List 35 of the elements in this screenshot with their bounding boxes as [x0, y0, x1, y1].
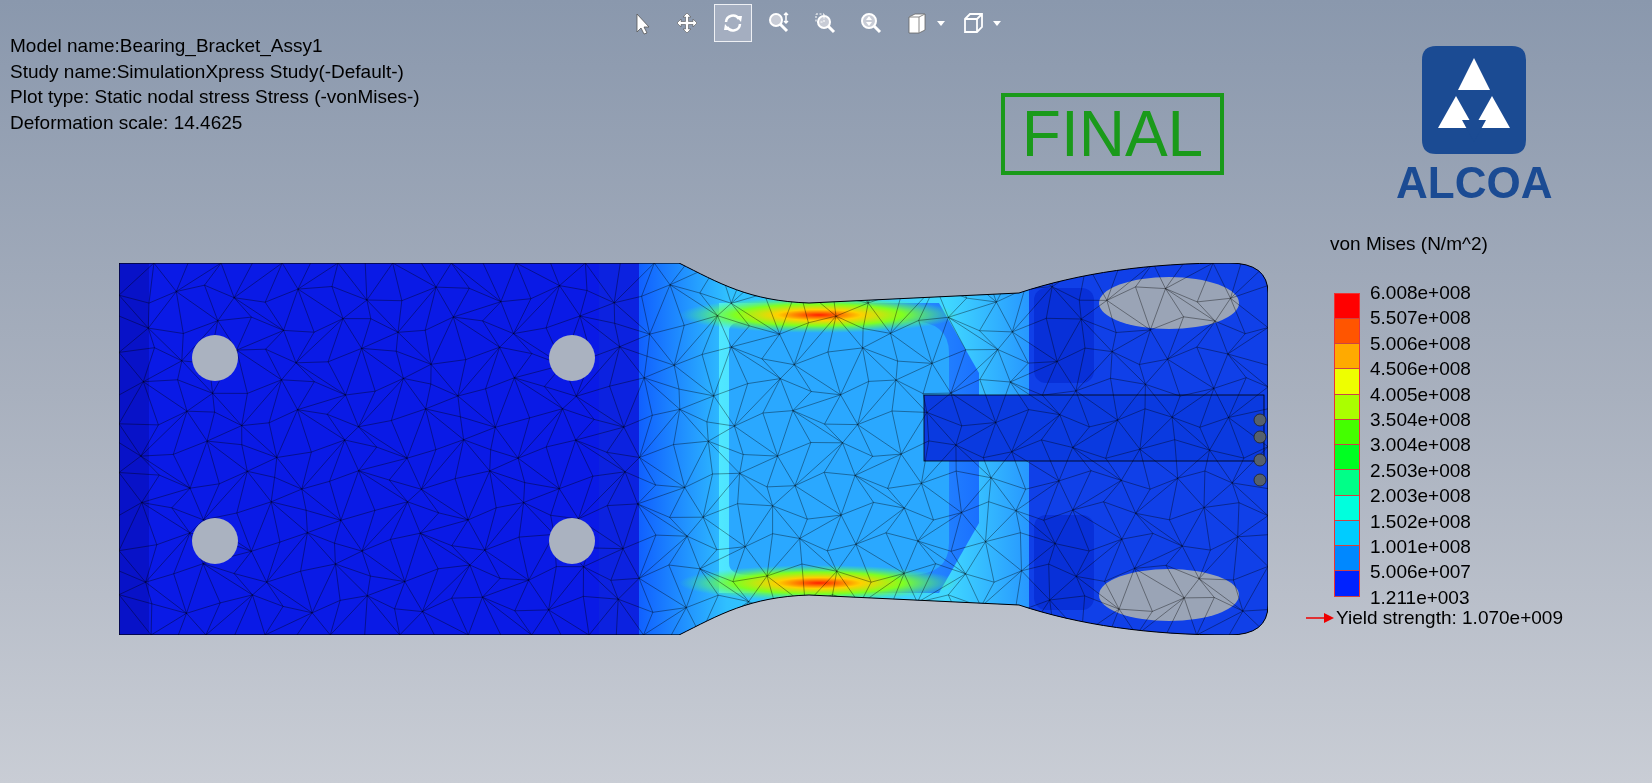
- fixture-marker: [1253, 430, 1267, 444]
- plot-info-text: Deformation scale: 14.4625: [10, 110, 244, 135]
- scale-value-text: 2.503e+008: [1370, 458, 1471, 483]
- caret-icon: [993, 20, 1001, 26]
- scale-value-text: 3.504e+008: [1370, 407, 1471, 432]
- plot-info-text: Study name:SimulationXpress Study(-Default-): [10, 59, 405, 84]
- zoom-in-icon: [859, 11, 883, 35]
- fixture-marker: [1253, 453, 1267, 467]
- zoom-fit-icon: [767, 11, 791, 35]
- scale-value-text: 4.506e+008: [1370, 357, 1471, 382]
- final-stamp: FINAL: [1001, 93, 1224, 175]
- scale-value-text: 5.006e+007: [1370, 560, 1471, 585]
- rotate-icon: [721, 11, 745, 35]
- scale-value-text: 4.005e+008: [1370, 382, 1471, 407]
- yield-arrow-icon: [1306, 613, 1334, 624]
- scale-value-text: 3.004e+008: [1370, 433, 1471, 458]
- plot-info-text: Plot type: Static nodal stress Stress (-vonMises-): [10, 85, 420, 109]
- fixture-marker: [1253, 473, 1267, 487]
- logo-text: ALCOA: [1396, 158, 1553, 208]
- fixture-marker: [1253, 413, 1267, 427]
- zoom-area-icon: [813, 11, 837, 35]
- view-orientation-icon: [905, 11, 929, 35]
- caret-icon: [937, 20, 945, 26]
- scale-value-text: 5.507e+008: [1370, 306, 1471, 331]
- display-style-icon: [961, 11, 985, 35]
- scale-value-text: 1.001e+008: [1370, 534, 1471, 559]
- rotate-button[interactable]: [714, 4, 752, 42]
- plot-info-text: Model name:Bearing_Bracket_Assy1: [10, 34, 324, 59]
- scale-value-text: 2.003e+008: [1370, 484, 1471, 509]
- pan-icon: [675, 11, 699, 35]
- legend-title: von Mises (N/m^2): [1330, 232, 1489, 256]
- scale-value-text: 6.008e+008: [1370, 281, 1471, 305]
- logo-icon: [1422, 46, 1527, 154]
- scale-value-text: 1.502e+008: [1370, 509, 1471, 534]
- scale-value-text: 5.006e+008: [1370, 331, 1471, 356]
